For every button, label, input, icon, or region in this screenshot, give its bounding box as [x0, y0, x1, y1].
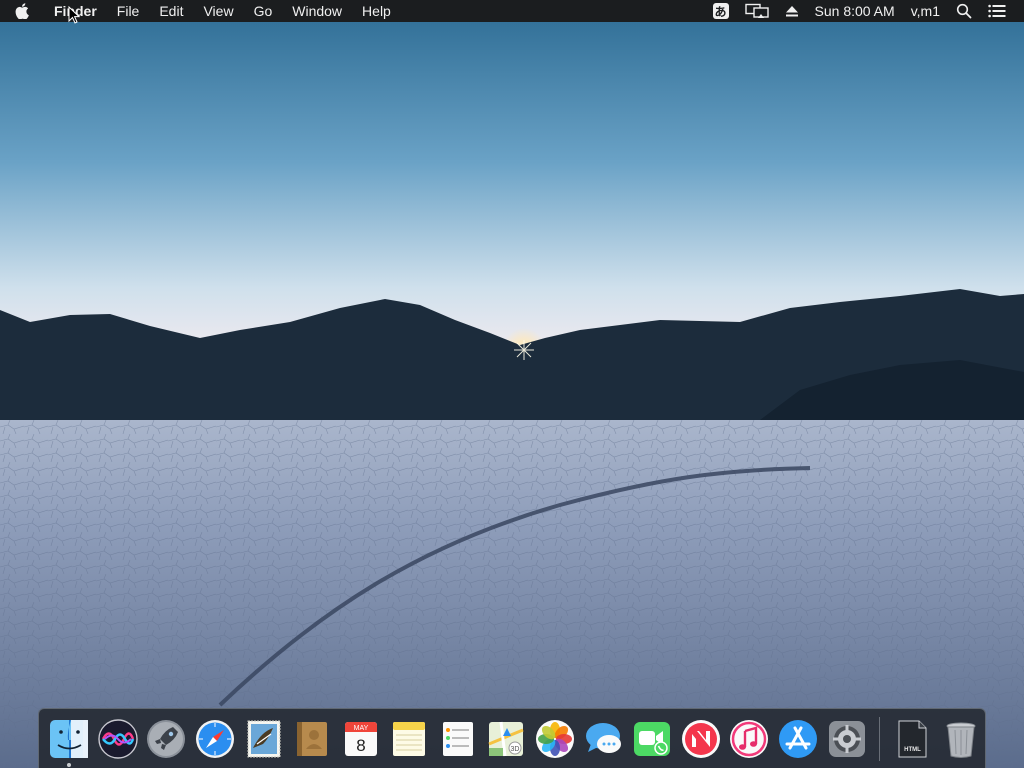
eject-menu[interactable]: [777, 0, 807, 22]
calendar-icon: MAY 8: [344, 721, 377, 756]
user-menu[interactable]: v,m1: [903, 0, 948, 22]
contacts-book-icon: [297, 721, 328, 756]
dock-app-store[interactable]: [774, 709, 823, 769]
trash-icon: [946, 722, 976, 758]
dock-photos[interactable]: [531, 709, 580, 769]
dock-calendar[interactable]: MAY 8: [336, 709, 385, 769]
dock-news[interactable]: [677, 709, 726, 769]
dock-notes[interactable]: [385, 709, 434, 769]
finder-icon: [50, 719, 89, 758]
calendar-month: MAY: [353, 725, 368, 732]
dock-launchpad[interactable]: [142, 709, 191, 769]
menu-help[interactable]: Help: [352, 0, 401, 22]
notification-center-button[interactable]: [980, 0, 1014, 22]
gear-icon: [828, 720, 865, 757]
eject-icon: [785, 6, 798, 17]
dock-separator: [878, 716, 880, 761]
airplay-display-icon: [744, 3, 769, 18]
dock-messages[interactable]: [579, 709, 628, 769]
menu-window[interactable]: Window: [282, 0, 352, 22]
dock-contacts[interactable]: [288, 709, 337, 769]
svg-text:3D: 3D: [511, 746, 520, 753]
dock-siri[interactable]: [94, 709, 143, 769]
photos-flower-icon: [536, 719, 575, 758]
dock-maps[interactable]: 3D: [482, 709, 531, 769]
menu-clock[interactable]: Sun 8:00 AM: [807, 0, 903, 22]
dock-safari[interactable]: [191, 709, 240, 769]
news-icon: [681, 719, 720, 758]
facetime-camera-icon: [634, 721, 671, 756]
running-indicator: [67, 762, 72, 767]
menu-view[interactable]: View: [193, 0, 243, 22]
messages-bubble-icon: [585, 722, 621, 753]
menu-bar: Finder File Edit View Go Window Help あ S…: [0, 0, 1024, 22]
desktop-wallpaper: [0, 0, 1024, 768]
reminders-icon: [442, 721, 473, 756]
spotlight-button[interactable]: [948, 0, 980, 22]
menu-go[interactable]: Go: [244, 0, 283, 22]
list-icon: [988, 4, 1006, 18]
dock-mail[interactable]: [239, 709, 288, 769]
html-document-icon: HTML: [898, 720, 927, 757]
siri-icon: [98, 718, 138, 759]
dock-reminders[interactable]: [434, 709, 483, 769]
apple-logo-icon: [15, 3, 29, 19]
dock-html-file[interactable]: HTML: [888, 709, 937, 769]
search-icon: [956, 3, 972, 19]
input-method-icon: あ: [712, 3, 729, 19]
dock-finder[interactable]: [45, 709, 94, 769]
launchpad-rocket-icon: [147, 719, 186, 758]
safari-compass-icon: [196, 719, 235, 758]
dock-itunes[interactable]: [725, 709, 774, 769]
dock-trash[interactable]: [936, 709, 985, 769]
mail-stamp-icon: [247, 720, 281, 757]
apple-menu-button[interactable]: [0, 0, 44, 22]
menu-edit[interactable]: Edit: [149, 0, 193, 22]
dock-system-preferences[interactable]: [822, 709, 871, 769]
itunes-music-note-icon: [730, 719, 769, 758]
app-store-icon: [778, 719, 817, 758]
mouse-pointer-icon: [68, 6, 80, 24]
file-type-label: HTML: [904, 747, 921, 753]
input-method-menu[interactable]: あ: [705, 0, 737, 22]
maps-icon: 3D: [488, 721, 525, 756]
notes-icon: [393, 721, 426, 756]
airplay-display-menu[interactable]: [737, 0, 777, 22]
calendar-day: 8: [356, 736, 365, 755]
dock-facetime[interactable]: [628, 709, 677, 769]
dock: MAY 8 3D HTML: [38, 708, 986, 768]
menu-file[interactable]: File: [107, 0, 150, 22]
